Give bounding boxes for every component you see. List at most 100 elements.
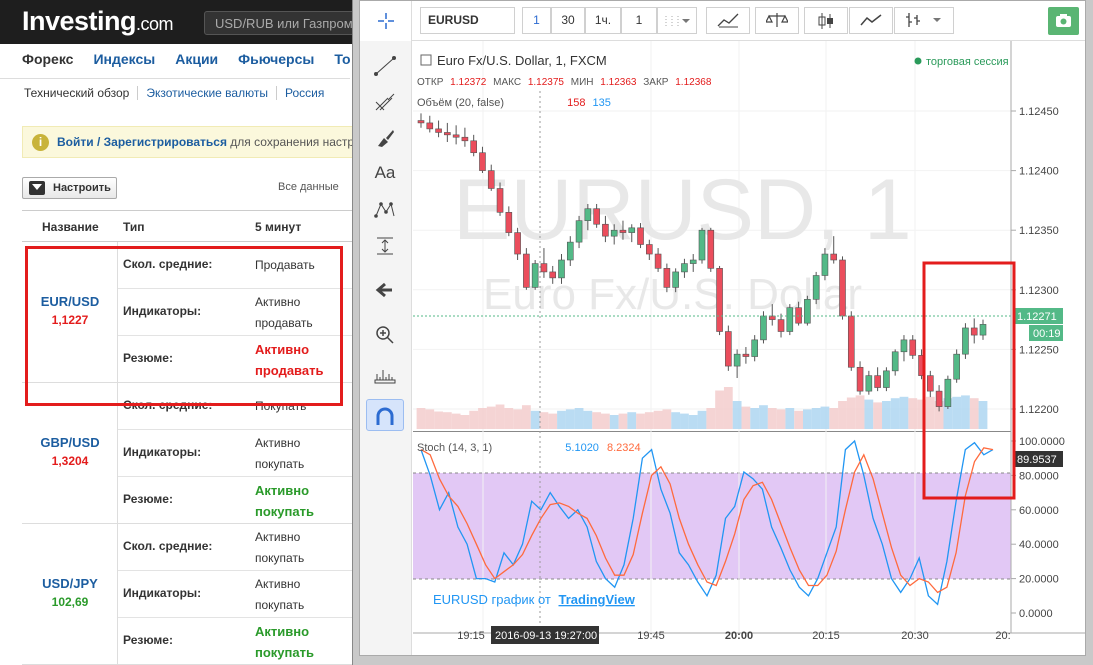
stoch-tick-label: 40.0000	[1019, 539, 1059, 551]
text-tool-icon: Aa	[374, 163, 396, 182]
drawing-toolbar: Aa	[360, 41, 412, 655]
ruler-icon	[374, 370, 396, 384]
compare-button[interactable]	[755, 7, 799, 34]
line-style-button[interactable]	[849, 7, 893, 34]
volume-label: Объём (20, false)	[417, 97, 504, 109]
pair-name[interactable]: USD/JPY	[22, 576, 118, 591]
price-chart-svg[interactable]: EURUSD, 1 Euro Fx/U.S. Dollar Euro Fx/U.…	[413, 41, 1085, 655]
sub-nav-item[interactable]: Россия	[275, 86, 332, 100]
col-header-type: Тип	[123, 220, 145, 234]
trend-line-icon	[374, 56, 396, 76]
volume-bar	[732, 401, 742, 429]
candle-body	[619, 229, 627, 233]
volume-bar	[882, 401, 891, 429]
pattern-icon	[374, 202, 395, 218]
indicators-icon	[717, 13, 739, 28]
session-status-icon	[914, 57, 922, 65]
pitchfork-tool[interactable]	[366, 85, 404, 117]
symbol-search-input[interactable]: EURUSD	[420, 7, 515, 34]
sub-nav-item[interactable]: Технический обзор	[24, 86, 137, 100]
candle-body	[847, 315, 855, 368]
volume-bar	[759, 405, 768, 429]
candle-body	[672, 271, 679, 288]
chart-area[interactable]: EURUSD, 1 Euro Fx/U.S. Dollar Euro Fx/U.…	[413, 41, 1085, 655]
pattern-tool[interactable]	[366, 193, 404, 225]
sub-nav-item[interactable]: Экзотические валюты	[137, 86, 276, 100]
signal-type-label: Скол. средние:	[123, 539, 213, 553]
candle-body	[452, 134, 460, 138]
crosshair-time-label: 2016-09-13 19:27:00	[495, 630, 597, 642]
interval-dropdown-icon	[665, 16, 690, 26]
volume-bar	[653, 410, 663, 429]
volume-bar	[890, 398, 900, 429]
register-link[interactable]: Зарегистрироваться	[104, 135, 227, 149]
interval-custom-button[interactable]: 1	[621, 7, 657, 34]
crosshair-tool-button[interactable]	[360, 1, 412, 41]
volume-bar	[662, 409, 672, 429]
candle-body	[812, 275, 820, 300]
candle-body	[584, 208, 592, 221]
tradingview-link[interactable]: TradingView	[559, 592, 636, 607]
volume-bar	[636, 413, 645, 429]
candle-body	[575, 220, 583, 243]
main-nav-item[interactable]: Акции	[175, 51, 218, 67]
candle-body	[760, 315, 767, 341]
interval-1h-button[interactable]: 1ч.	[585, 7, 621, 34]
main-nav-item[interactable]: То	[334, 51, 350, 67]
bars-style-button[interactable]	[894, 7, 954, 34]
site-logo[interactable]: Investing.com	[22, 6, 174, 37]
summary-signal-value: Активно покупать	[255, 624, 314, 660]
row-divider	[118, 476, 352, 477]
trend-line-tool[interactable]	[366, 49, 404, 81]
volume-bar	[416, 408, 426, 429]
volume-bar	[855, 395, 865, 429]
candles-style-button[interactable]	[804, 7, 848, 34]
candle-body	[900, 339, 908, 353]
volume-bar	[794, 410, 803, 429]
measure-tool[interactable]	[366, 229, 404, 261]
signal-type-label: Индикаторы:	[123, 445, 202, 459]
signal-value: Активно покупать	[255, 436, 305, 471]
brush-tool[interactable]	[366, 121, 404, 153]
interval-dropdown-button[interactable]	[657, 7, 697, 34]
row-divider	[118, 429, 352, 430]
volume-bar	[469, 410, 479, 429]
site-search-input[interactable]: USD/RUB или Газпром	[204, 11, 364, 35]
remove-drawings-tool[interactable]	[366, 273, 404, 305]
main-nav-item[interactable]: Фьючерсы	[238, 51, 314, 67]
attribution[interactable]: EURUSD график от TradingView	[433, 592, 636, 607]
main-nav-item[interactable]: Индексы	[93, 51, 155, 67]
watermark-symbol: EURUSD, 1	[453, 162, 912, 258]
candle-body	[566, 241, 574, 261]
candle-body	[962, 327, 969, 355]
zoom-tool[interactable]	[366, 317, 404, 349]
snapshot-button[interactable]	[1048, 7, 1079, 35]
time-tick-label: 20:30	[901, 630, 929, 642]
candle-body	[602, 223, 609, 237]
main-nav-item[interactable]: Форекс	[22, 51, 73, 67]
login-link[interactable]: Войти	[57, 135, 94, 149]
candle-body	[944, 378, 952, 407]
volume-bar	[513, 409, 522, 429]
volume-bar	[776, 409, 786, 429]
volume-bar	[741, 406, 751, 429]
price-tick-label: 1.12250	[1019, 344, 1059, 356]
interval-30m-button[interactable]: 30	[551, 7, 585, 34]
configure-button[interactable]: Настроить	[22, 177, 117, 199]
volume-bar	[925, 396, 935, 429]
legend-ohlc: ОТКР 1.12372 МАКС 1.12375 МИН 1.12363 ЗА…	[417, 77, 712, 88]
main-nav: Форекс Индексы Акции Фьючерсы То	[22, 51, 371, 67]
text-tool[interactable]: Aa	[366, 157, 404, 189]
volume-bar	[838, 401, 847, 429]
candle-body	[435, 128, 442, 133]
indicators-button[interactable]	[706, 7, 750, 34]
pair-name[interactable]: GBP/USD	[22, 435, 118, 450]
magnet-tool[interactable]	[366, 399, 404, 431]
summary-signal-value: Активно покупать	[255, 483, 314, 519]
volume-value-1: 158	[567, 97, 585, 109]
filter-icon	[29, 181, 45, 195]
volume-bar	[864, 399, 874, 429]
volume-bar	[592, 412, 602, 429]
ruler-tool[interactable]	[366, 357, 404, 389]
interval-1m-button[interactable]: 1	[522, 7, 551, 34]
